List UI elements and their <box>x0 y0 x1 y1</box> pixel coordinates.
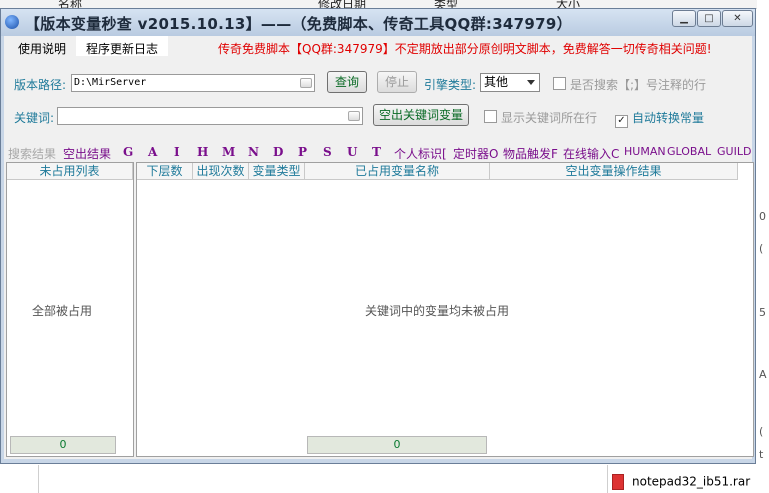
filter-label: 搜索结果 <box>8 147 57 161</box>
filter-i[interactable]: I <box>174 145 180 159</box>
maximize-button[interactable]: □ <box>697 10 721 27</box>
show-rows-label: 显示关键词所在行 <box>501 111 598 125</box>
filter-u[interactable]: U <box>347 145 357 159</box>
filter-n[interactable]: N <box>248 145 259 159</box>
window-title: 【版本变量秒查 v2015.10.13】——（免费脚本、传奇工具QQ群:3479… <box>25 15 572 33</box>
chevron-down-icon <box>527 80 535 85</box>
client-area: 使用说明 程序更新日志 传奇免费脚本【QQ群:347979】不定期放出部分原创明… <box>4 36 754 459</box>
empty-keyword-vars-button[interactable]: 空出关键词变量 <box>373 104 469 126</box>
title-bar[interactable]: 【版本变量秒查 v2015.10.13】——（免费脚本、传奇工具QQ群:3479… <box>1 9 755 36</box>
col-header-var-type[interactable]: 变量类型 <box>249 163 305 180</box>
checkbox-box[interactable] <box>484 110 497 123</box>
stop-button[interactable]: 停止 <box>377 71 417 93</box>
filter-item-trigger[interactable]: 物品触发F <box>503 145 558 162</box>
app-window: 【版本变量秒查 v2015.10.13】——（免费脚本、传奇工具QQ群:3479… <box>0 8 756 464</box>
explorer-divider <box>607 465 608 493</box>
explorer-side-char: A <box>759 368 767 381</box>
explorer-file-row[interactable]: notepad32_ib51.rar <box>612 474 769 493</box>
col-header-empty-result[interactable]: 空出变量操作结果 <box>490 163 738 180</box>
close-button[interactable]: ✕ <box>722 10 753 27</box>
menu-item-help[interactable]: 使用说明 <box>18 40 66 57</box>
col-header-used-vars[interactable]: 已占用变量名称 <box>305 163 490 180</box>
filter-empty-results[interactable]: 空出结果 <box>63 145 111 162</box>
minimize-button[interactable]: ▁ <box>672 10 696 27</box>
file-icon <box>612 474 624 490</box>
filter-d[interactable]: D <box>273 145 283 159</box>
filter-global[interactable]: GLOBAL <box>667 145 711 158</box>
results-empty-message: 关键词中的变量均未被占用 <box>365 304 510 318</box>
filter-m[interactable]: M <box>222 145 235 159</box>
unused-list-pane[interactable]: 未占用列表 全部被占用 0 <box>6 162 134 457</box>
unused-list-header[interactable]: 未占用列表 <box>7 163 133 180</box>
filter-guild[interactable]: GUILD <box>717 145 751 158</box>
app-icon[interactable] <box>5 15 19 29</box>
filter-timer[interactable]: 定时器O <box>453 145 498 162</box>
col-header-level[interactable]: 下层数 <box>137 163 193 180</box>
explorer-side-char: 5 <box>759 306 766 319</box>
search-comment-label: 是否搜索【;】号注释的行 <box>570 78 707 92</box>
checkbox-box[interactable] <box>553 77 566 90</box>
explorer-side-char: ( <box>759 242 764 255</box>
filter-g[interactable]: G <box>123 145 133 159</box>
combo-icon[interactable] <box>300 78 312 88</box>
filter-s[interactable]: S <box>323 145 332 159</box>
engine-value: 其他 <box>484 75 509 89</box>
filter-p[interactable]: P <box>298 145 307 159</box>
col-header-occurrences[interactable]: 出现次数 <box>193 163 249 180</box>
keyword-label: 关键词: <box>14 111 55 125</box>
filter-online-input[interactable]: 在线输入C <box>563 145 619 162</box>
search-comment-checkbox[interactable]: 是否搜索【;】号注释的行 <box>553 76 706 93</box>
keyword-input[interactable] <box>57 107 363 125</box>
filter-t[interactable]: T <box>372 145 381 159</box>
checkbox-box[interactable]: ✓ <box>615 115 628 128</box>
explorer-side-char: 0 <box>759 210 766 223</box>
results-pane[interactable]: 下层数 出现次数 变量类型 已占用变量名称 空出变量操作结果 关键词中的变量均未… <box>136 162 754 457</box>
explorer-divider <box>38 465 39 493</box>
filter-bar: 搜索结果 空出结果 G A I H M N D P S U T 个人标识[ 定时… <box>4 140 752 162</box>
filter-personal-id[interactable]: 个人标识[ <box>394 145 447 162</box>
filter-h[interactable]: H <box>197 145 208 159</box>
filter-a[interactable]: A <box>148 145 157 159</box>
results-count: 0 <box>307 436 487 454</box>
query-button[interactable]: 查询 <box>327 71 367 93</box>
maximize-icon: □ <box>704 13 714 24</box>
path-label: 版本路径: <box>14 78 67 92</box>
show-rows-checkbox[interactable]: 显示关键词所在行 <box>484 109 597 126</box>
unused-count: 0 <box>10 436 116 454</box>
engine-label: 引擎类型: <box>424 78 477 92</box>
minimize-icon: ▁ <box>680 13 688 24</box>
explorer-right-edge: 0 ( 5 A ( t <box>757 0 769 493</box>
menu-bar: 使用说明 程序更新日志 传奇免费脚本【QQ群:347979】不定期放出部分原创明… <box>4 36 752 56</box>
explorer-side-char: ( <box>759 425 764 438</box>
auto-convert-checkbox[interactable]: ✓ 自动转换常量 <box>615 109 704 128</box>
file-name: notepad32_ib51.rar <box>632 474 751 489</box>
path-input[interactable]: D:\MirServer <box>71 74 315 92</box>
explorer-side-char: t <box>759 448 764 461</box>
unused-empty-message: 全部被占用 <box>32 304 93 318</box>
path-value: D:\MirServer <box>74 77 147 88</box>
menu-item-changelog[interactable]: 程序更新日志 <box>86 40 158 57</box>
combo-icon[interactable] <box>348 111 360 121</box>
engine-select[interactable]: 其他 <box>480 73 540 92</box>
promo-notice: 传奇免费脚本【QQ群:347979】不定期放出部分原创明文脚本，免费解答一切传奇… <box>218 42 712 56</box>
close-icon: ✕ <box>733 13 742 24</box>
auto-convert-label: 自动转换常量 <box>632 111 705 125</box>
filter-human[interactable]: HUMAN <box>624 145 666 158</box>
